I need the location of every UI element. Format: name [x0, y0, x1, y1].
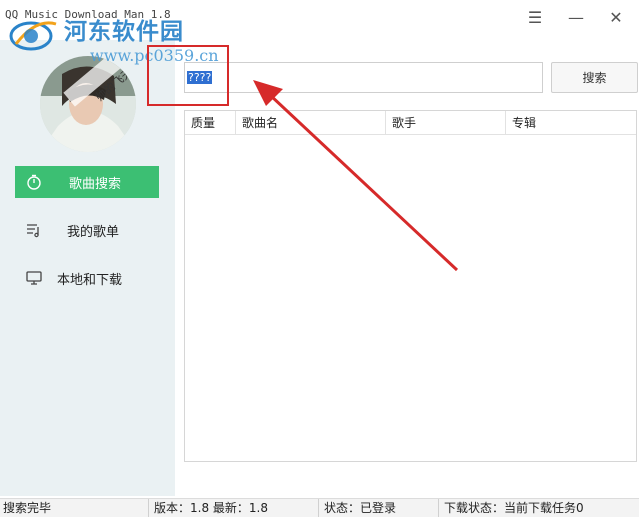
sidebar-item-label: 我的歌单 [67, 224, 120, 240]
watermark-title: 河东软件园 [64, 19, 184, 45]
sidebar-item-song-search[interactable]: 歌曲搜索 [15, 166, 159, 198]
avatar[interactable]: 帅的飞天动地 [40, 56, 136, 152]
search-button[interactable]: 搜索 [551, 62, 638, 93]
sidebar-item-my-playlists[interactable]: 我的歌单 [15, 214, 159, 246]
sidebar-item-label: 本地和下载 [57, 272, 123, 288]
search-input[interactable]: ???? [184, 62, 543, 93]
playlist-icon [25, 221, 43, 239]
avatar-image: 帅的飞天动地 [40, 56, 136, 152]
status-download: 下载状态：当前下载任务0 [438, 499, 639, 517]
table-header: 质量 歌曲名 歌手 专辑 [185, 111, 636, 135]
timer-icon [25, 173, 43, 191]
sidebar-item-local-downloads[interactable]: 本地和下载 [15, 262, 159, 294]
annotation-highlight-box [147, 45, 229, 106]
column-header-artist[interactable]: 歌手 [386, 111, 506, 135]
status-bar: 搜索完毕 版本：1.8 最新：1.8 状态：已登录 下载状态：当前下载任务0 [0, 498, 639, 517]
app-window: QQ Music Download Man 1.8 ☰ — ✕ 帅的飞天动地 歌… [0, 0, 639, 517]
monitor-icon [25, 269, 43, 287]
watermark-logo [9, 21, 57, 51]
close-button[interactable]: ✕ [601, 4, 631, 30]
status-message: 搜索完毕 [3, 501, 52, 515]
status-login: 状态：已登录 [318, 499, 438, 517]
column-header-song-name[interactable]: 歌曲名 [236, 111, 386, 135]
minimize-button[interactable]: — [561, 4, 591, 30]
status-version: 版本：1.8 最新：1.8 [148, 499, 318, 517]
menu-icon[interactable]: ☰ [520, 4, 550, 30]
column-header-album[interactable]: 专辑 [506, 111, 636, 135]
column-header-quality[interactable]: 质量 [185, 111, 236, 135]
results-table[interactable]: 质量 歌曲名 歌手 专辑 [184, 110, 637, 462]
sidebar-item-label: 歌曲搜索 [69, 176, 122, 192]
